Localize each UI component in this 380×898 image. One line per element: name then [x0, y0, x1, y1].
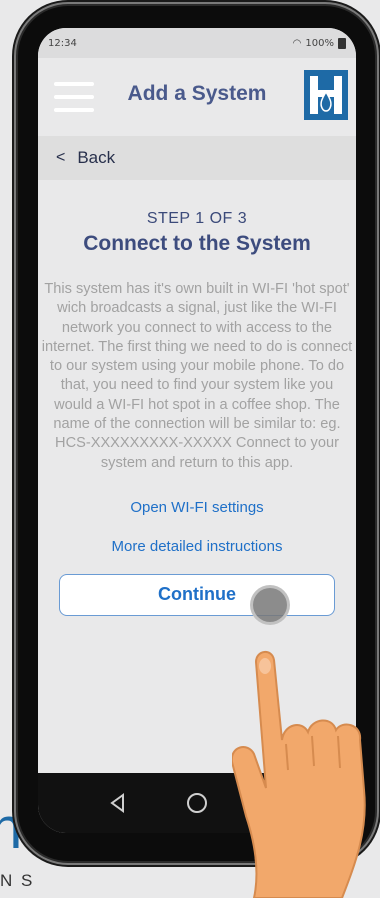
app-bar: Add a System — [38, 58, 356, 136]
detailed-instructions-link[interactable]: More detailed instructions — [38, 538, 356, 555]
page-title: Connect to the System — [83, 232, 311, 255]
battery-level: 100% — [305, 37, 334, 49]
status-icons: ◠ 100% — [292, 37, 346, 49]
company-logo-icon — [304, 70, 348, 120]
back-button[interactable]: < Back — [38, 136, 356, 180]
wifi-icon: ◠ — [292, 37, 302, 49]
status-bar: 12:34 ◠ 100% — [38, 28, 356, 58]
continue-label: Continue — [158, 584, 236, 605]
open-wifi-settings-link[interactable]: Open WI-FI settings — [38, 499, 356, 516]
back-label: Back — [77, 148, 116, 167]
chevron-left-icon: < — [56, 149, 66, 166]
main-content: STEP 1 OF 3 Connect to the System This s… — [38, 180, 356, 625]
touch-indicator — [250, 584, 290, 625]
instructions-text: This system has it's own built in WI-FI … — [41, 281, 353, 471]
brand-text: N S — [0, 871, 35, 890]
continue-button[interactable]: Continue — [59, 573, 335, 625]
status-time: 12:34 — [48, 37, 77, 49]
battery-icon — [338, 37, 346, 49]
nav-home-icon[interactable] — [184, 790, 210, 816]
step-indicator: STEP 1 OF 3 — [146, 210, 248, 227]
nav-back-icon[interactable] — [105, 790, 131, 816]
pointing-hand-icon — [232, 651, 366, 898]
